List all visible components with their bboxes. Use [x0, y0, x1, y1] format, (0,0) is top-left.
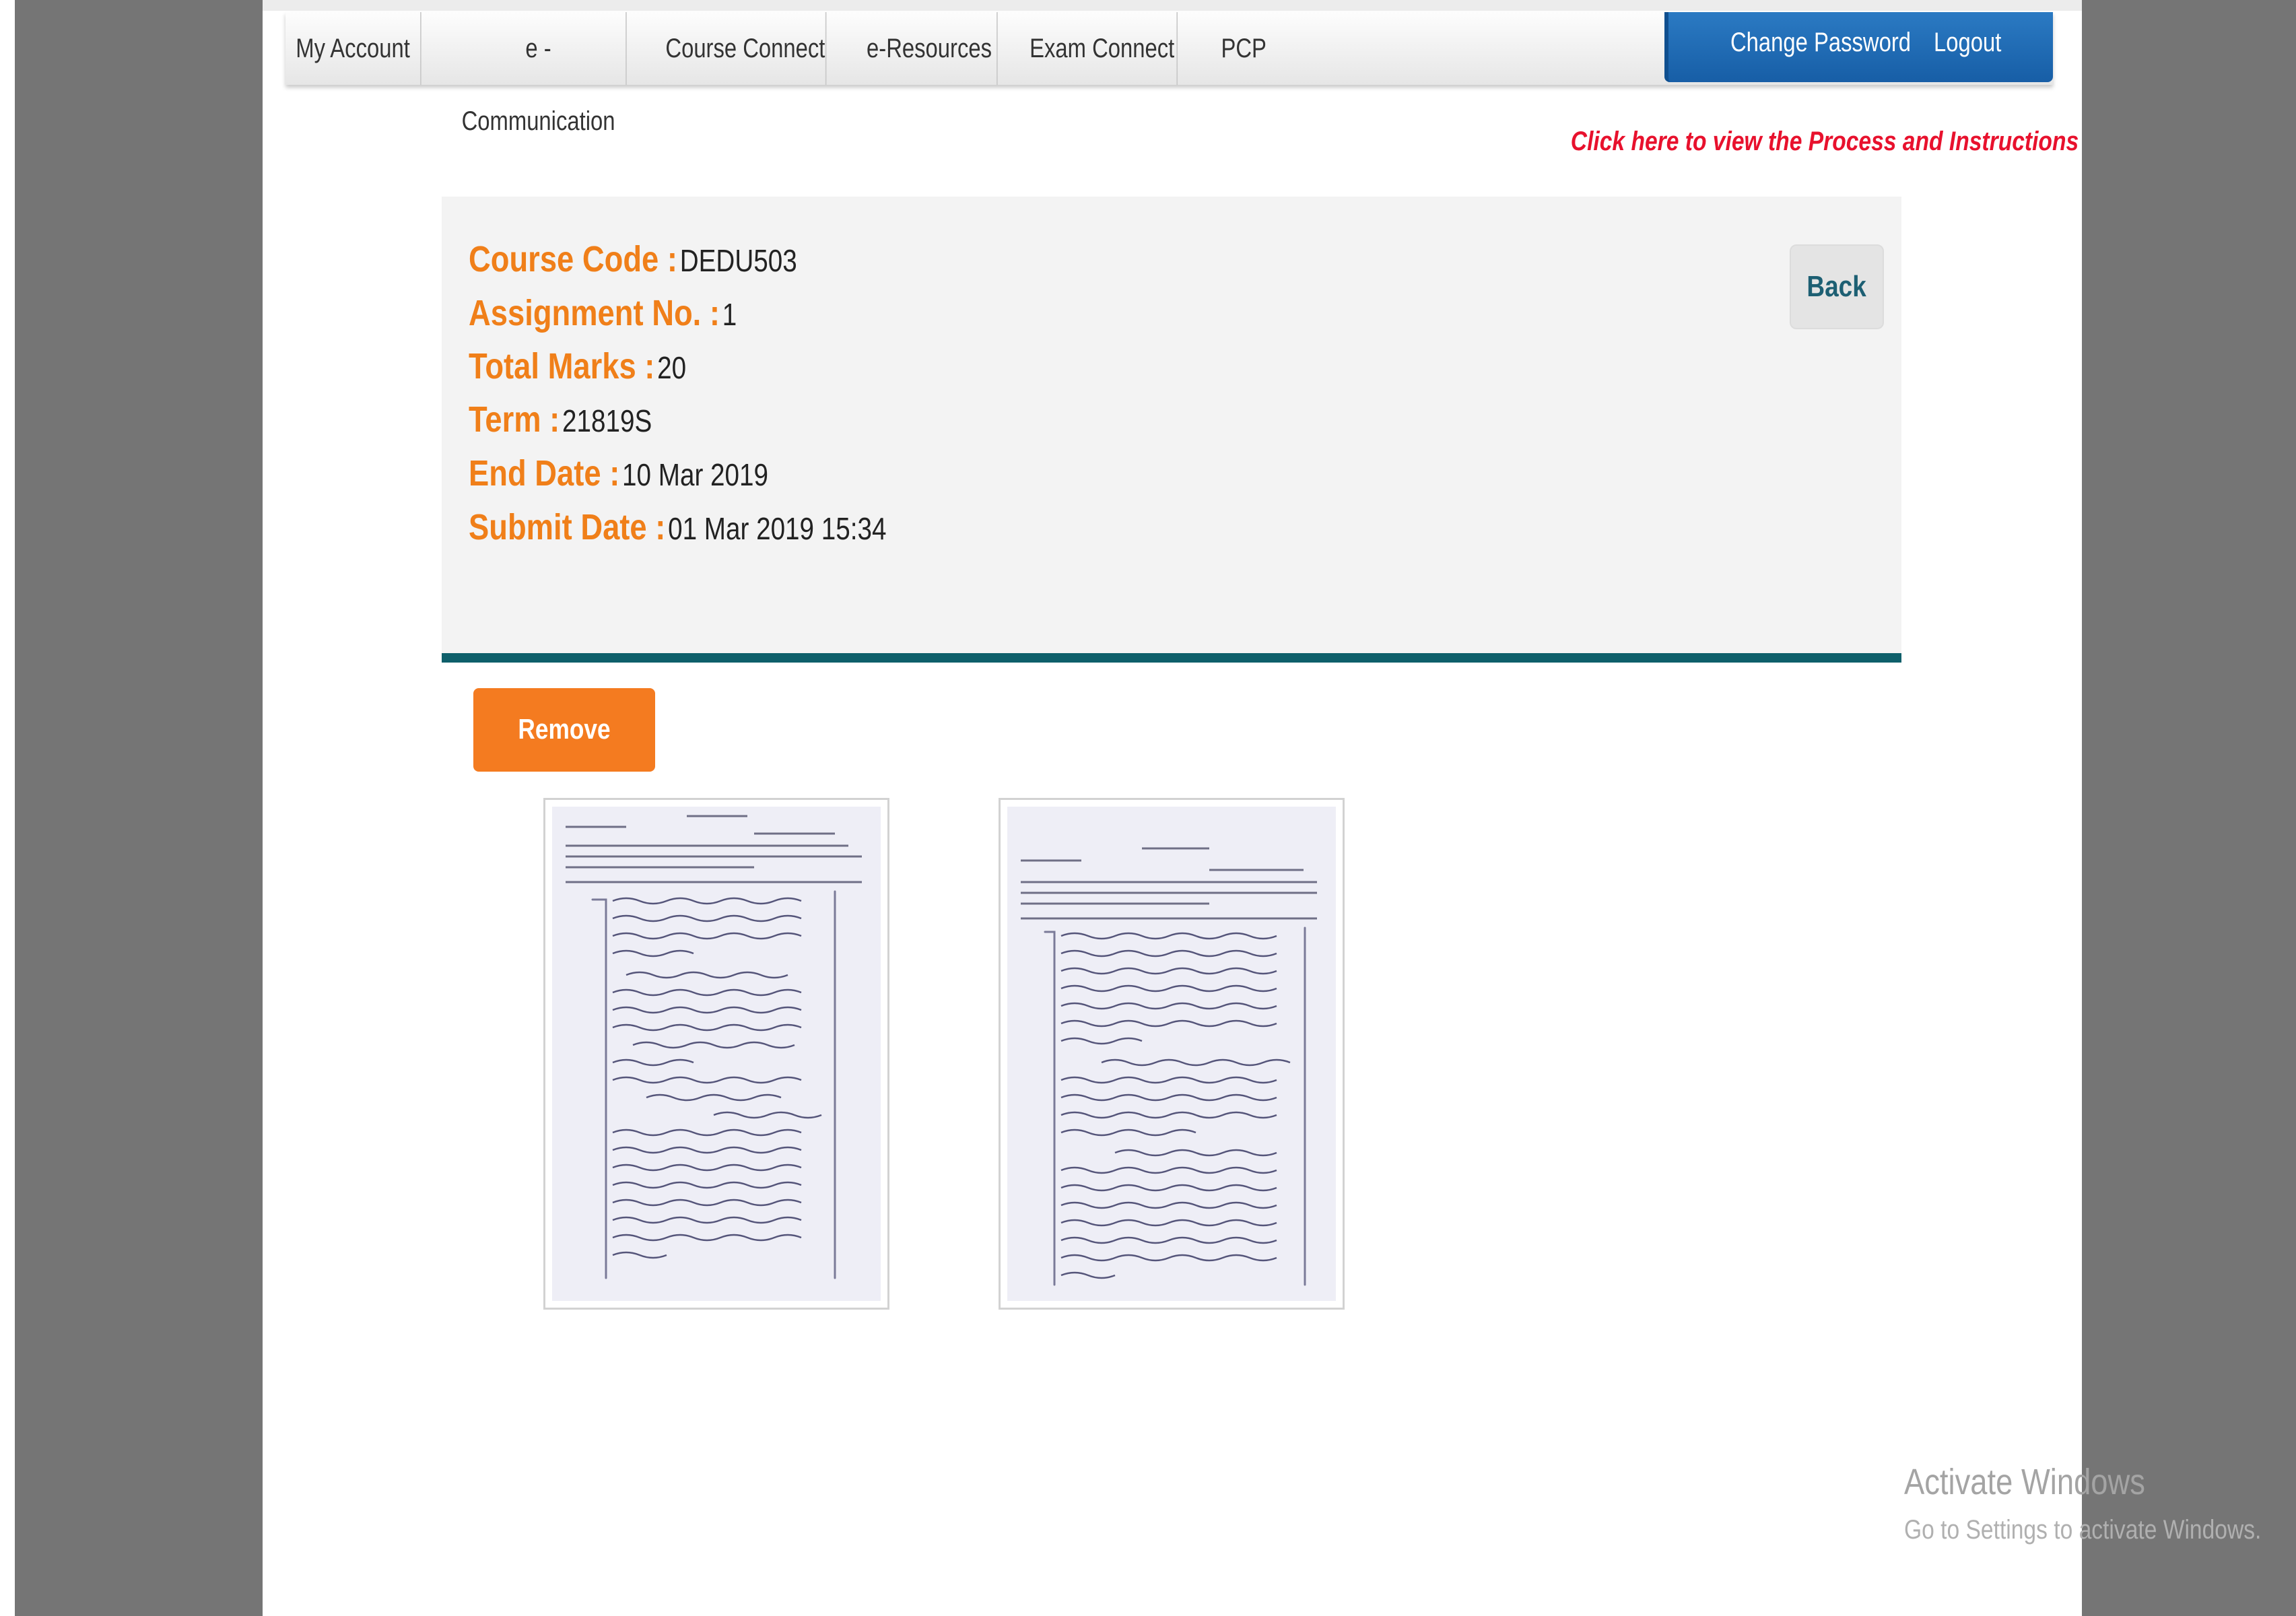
course-code-label: Course Code : — [469, 239, 677, 279]
assignment-no-row: Assignment No. : 1 — [469, 292, 737, 346]
nav-pcp[interactable]: PCP — [1211, 12, 1277, 85]
left-margin — [0, 0, 263, 1616]
handwritten-page-drawing — [566, 815, 862, 1279]
back-button-label: Back — [1807, 270, 1867, 303]
activate-windows-title: Activate Windows — [1904, 1462, 2145, 1502]
submit-date-value: 01 Mar 2019 15:34 — [668, 511, 887, 546]
total-marks-label: Total Marks : — [469, 346, 655, 386]
end-date-label: End Date : — [469, 453, 620, 494]
window-top-edge — [0, 0, 2296, 11]
process-instructions-link[interactable]: Click here to view the Process and Instr… — [1571, 127, 2079, 167]
submit-date-label: Submit Date : — [469, 507, 666, 547]
end-date-row: End Date : 10 Mar 2019 — [469, 452, 768, 506]
term-row: Term : 21819S — [469, 399, 652, 452]
file-thumbnail-2[interactable] — [999, 798, 1345, 1310]
account-actions: Change Password Logout — [1664, 12, 2053, 82]
change-password-link[interactable]: Change Password — [1730, 12, 1911, 73]
handwritten-page-image — [552, 807, 881, 1301]
total-marks-row: Total Marks : 20 — [469, 345, 686, 399]
submit-date-row: Submit Date : 01 Mar 2019 15:34 — [469, 506, 886, 560]
assignment-no-label: Assignment No. : — [469, 293, 720, 333]
assignment-no-value: 1 — [722, 297, 737, 332]
nav-my-account[interactable]: My Account — [285, 12, 421, 85]
logout-link[interactable]: Logout — [1934, 12, 2001, 73]
nav-course-connect[interactable]: Course Connect — [665, 12, 827, 85]
file-thumbnail-1[interactable] — [543, 798, 889, 1310]
course-code-value: DEDU503 — [679, 243, 797, 278]
right-margin — [2082, 0, 2296, 1616]
term-value: 21819S — [562, 403, 652, 438]
nav-exam-connect[interactable]: Exam Connect — [1027, 12, 1178, 85]
handwritten-page-drawing — [1021, 847, 1317, 1286]
nav-e-communication[interactable]: e - Communication — [451, 12, 627, 136]
course-code-row: Course Code : DEDU503 — [469, 238, 797, 292]
nav-e-resources[interactable]: e-Resources — [862, 12, 998, 85]
end-date-value: 10 Mar 2019 — [622, 457, 769, 492]
total-marks-value: 20 — [657, 350, 687, 385]
handwritten-page-image — [1007, 807, 1336, 1301]
term-label: Term : — [469, 399, 560, 440]
activate-windows-subtitle: Go to Settings to activate Windows. — [1904, 1515, 2262, 1545]
remove-files-button[interactable]: Remove Files — [473, 688, 655, 827]
back-button[interactable]: Back — [1790, 244, 1884, 329]
assignment-info-panel: Course Code : DEDU503 Assignment No. : 1… — [442, 197, 1901, 663]
left-edge — [0, 0, 15, 1616]
